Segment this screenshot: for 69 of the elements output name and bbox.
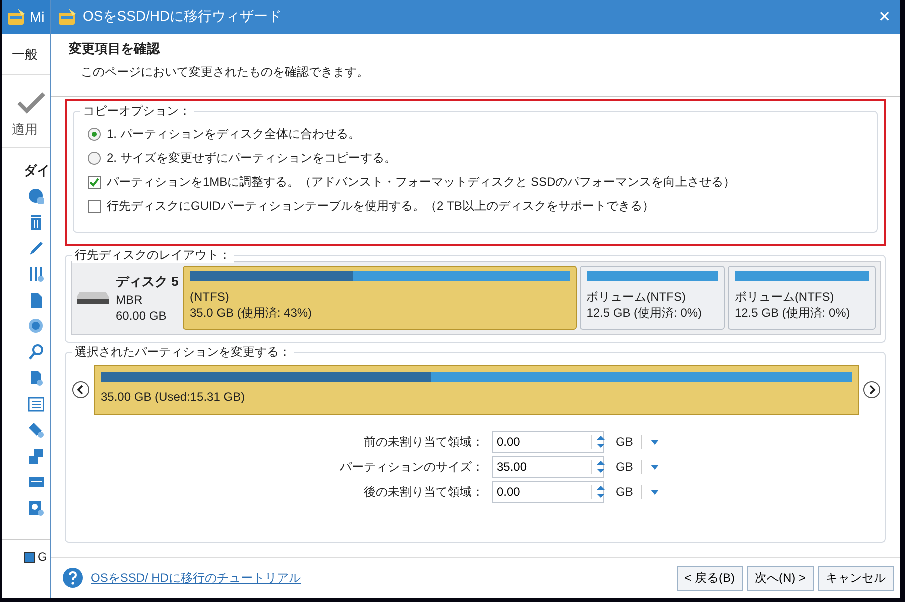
- hard-drive-icon: [76, 291, 110, 305]
- group-title: コピーオプション：: [80, 104, 194, 119]
- disk-size: 60.00 GB: [116, 309, 168, 323]
- close-button[interactable]: ✕: [870, 2, 900, 32]
- page-title: 変更項目を確認: [69, 40, 162, 58]
- number-field[interactable]: 0.00: [492, 431, 604, 453]
- unit-label: GB: [612, 485, 642, 499]
- page-subtitle: このページにおいて変更されたものを確認できます。: [80, 64, 370, 81]
- option-label: 2. サイズを変更せずにパーティションをコピーする。: [107, 150, 396, 166]
- legend-swatch: [24, 552, 35, 562]
- option-label: 行先ディスクにGUIDパーティションテーブルを使用する。（2 TB以上のディスクをサポートできる）: [107, 198, 654, 214]
- apply-label: 適用: [12, 121, 38, 139]
- partition-size: 35.0 GB (使用済: 43%): [190, 305, 314, 321]
- window-title: OSをSSD/HDに移行ウィザード: [83, 8, 284, 26]
- wizard-button[interactable]: キャンセル: [818, 566, 894, 590]
- app-logo-icon: [57, 7, 77, 27]
- field-label: 後の未割り当て領域：: [363, 484, 484, 500]
- radio-button[interactable]: [88, 128, 101, 140]
- partition-size: 35.00 GB (Used:15.31 GB): [101, 390, 246, 404]
- partition-block[interactable]: (NTFS) 35.0 GB (使用済: 43%): [183, 266, 577, 330]
- section-title: ダイ: [23, 162, 50, 180]
- checkbox[interactable]: [88, 200, 101, 212]
- number-field[interactable]: 0.00: [492, 481, 604, 503]
- partition-label: (NTFS): [190, 289, 230, 305]
- pencil-icon[interactable]: [28, 240, 44, 256]
- partition-size: 12.5 GB (使用済: 0%): [734, 305, 852, 321]
- tag-icon[interactable]: [28, 422, 44, 438]
- dropdown-arrow-icon[interactable]: [650, 463, 660, 471]
- partition-block[interactable]: ボリューム(NTFS) 12.5 GB (使用済: 0%): [580, 266, 725, 330]
- magnifier-icon[interactable]: [28, 344, 44, 360]
- disk-name: ディスク 5: [116, 273, 179, 291]
- number-field[interactable]: 35.00: [492, 456, 604, 478]
- radio-button[interactable]: [88, 152, 101, 164]
- spinner-arrows-icon[interactable]: [595, 458, 607, 476]
- spinner-arrows-icon[interactable]: [595, 483, 607, 501]
- field-label: パーティションのサイズ：: [340, 458, 484, 476]
- partition-size: 12.5 GB (使用済: 0%): [586, 305, 704, 321]
- scroll-left-icon[interactable]: [72, 381, 90, 399]
- partition-bar[interactable]: 35.00 GB (Used:15.31 GB): [94, 365, 859, 415]
- dropdown-arrow-icon[interactable]: [650, 438, 660, 446]
- group-title: 行先ディスクのレイアウト：: [72, 248, 234, 263]
- delete-icon[interactable]: [28, 214, 44, 230]
- app-title: Mi: [30, 9, 45, 25]
- unit-label: GB: [612, 435, 642, 449]
- checkbox[interactable]: [88, 176, 101, 188]
- help-icon: [63, 568, 83, 588]
- option-label: パーティションを1MBに調整する。（アドバンスト・フォーマットディスクと SSDのパフォーマンスを向上させる）: [107, 174, 736, 190]
- group-title: 選択されたパーティションを変更する：: [72, 345, 294, 360]
- unit-label: GB: [612, 460, 642, 474]
- disk-bar-icon[interactable]: [28, 474, 44, 490]
- option-label: 1. パーティションをディスク全体に合わせる。: [107, 126, 360, 142]
- partition-label: ボリューム(NTFS): [586, 289, 688, 305]
- document-search-icon[interactable]: [28, 370, 44, 386]
- partition-block[interactable]: ボリューム(NTFS) 12.5 GB (使用済: 0%): [728, 266, 876, 330]
- app-logo-icon: [6, 7, 26, 27]
- document-icon[interactable]: [28, 292, 44, 308]
- list-icon[interactable]: [28, 396, 44, 412]
- dropdown-arrow-icon[interactable]: [650, 488, 660, 496]
- spinner-arrows-icon[interactable]: [595, 433, 607, 451]
- legend-label: G: [38, 550, 48, 564]
- field-label: 前の未割り当て領域：: [363, 434, 484, 450]
- scroll-right-icon[interactable]: [863, 381, 881, 399]
- wizard-button[interactable]: 次へ(N) >: [747, 566, 814, 590]
- help-link[interactable]: OSをSSD/ HDに移行のチュートリアル: [91, 570, 302, 586]
- check-icon[interactable]: [16, 91, 46, 115]
- partition-label: ボリューム(NTFS): [734, 289, 836, 305]
- wizard-button[interactable]: < 戻る(B): [676, 566, 743, 590]
- disk-type: MBR: [116, 293, 144, 307]
- sliders-icon[interactable]: [28, 266, 44, 282]
